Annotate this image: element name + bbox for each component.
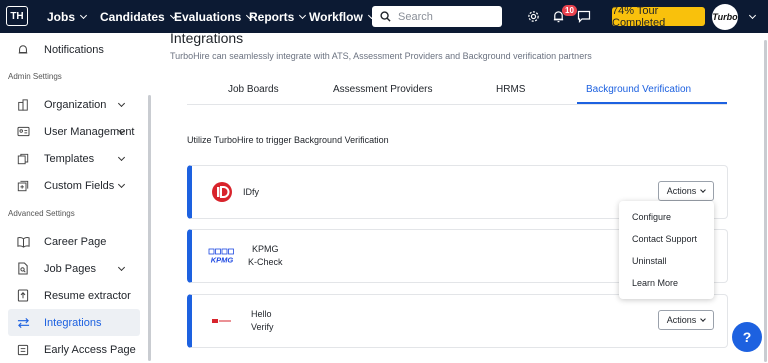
actions-label: Actions	[666, 315, 697, 325]
actions-dropdown-menu: Configure Contact Support Uninstall Lear…	[619, 201, 714, 299]
upload-file-icon	[16, 289, 30, 303]
search-input[interactable]: Search	[372, 6, 502, 27]
search-placeholder: Search	[398, 10, 433, 23]
actions-label: Actions	[666, 186, 697, 196]
active-tab-indicator	[577, 102, 727, 104]
sidebar-item-career-page[interactable]: Career Page	[8, 228, 140, 255]
idfy-logo	[209, 181, 235, 203]
chevron-down-icon	[299, 11, 307, 19]
copy-icon	[16, 152, 30, 166]
sidebar-item-label: Integrations	[44, 316, 102, 329]
notification-bell-icon[interactable]	[552, 0, 565, 33]
help-button[interactable]: ?	[732, 322, 762, 352]
main-content: Integrations TurboHire can seamlessly in…	[150, 30, 768, 362]
sidebar: Notifications Admin Settings Organizatio…	[0, 33, 150, 362]
tab-assessment-providers[interactable]: Assessment Providers	[333, 84, 432, 95]
sidebar-item-job-pages[interactable]: Job Pages	[8, 255, 140, 282]
kpmg-logo: KPMG	[206, 245, 238, 267]
nav-evaluations[interactable]: Evaluations	[174, 0, 254, 33]
search-icon	[380, 11, 391, 22]
chevron-down-icon	[748, 11, 757, 19]
chevron-down-icon	[79, 11, 88, 19]
sidebar-item-user-management[interactable]: User Management	[8, 118, 140, 145]
menu-item-learn-more[interactable]: Learn More	[619, 272, 714, 294]
building-icon	[16, 98, 30, 112]
sidebar-item-label: Resume extractor	[44, 289, 131, 302]
sidebar-item-templates[interactable]: Templates	[8, 145, 140, 172]
sidebar-item-organization[interactable]: Organization	[8, 91, 140, 118]
bell-icon	[16, 43, 30, 57]
chevron-down-icon	[117, 180, 126, 189]
id-card-icon	[16, 125, 30, 139]
vendor-name-line1: IDfy	[243, 187, 260, 197]
page-title: Integrations	[170, 30, 244, 46]
settings-gear-icon[interactable]	[527, 0, 540, 33]
sidebar-item-notifications[interactable]: Notifications	[8, 36, 140, 63]
user-avatar[interactable]: Turbo	[712, 4, 738, 30]
nav-jobs[interactable]: Jobs	[47, 0, 88, 33]
add-field-icon	[16, 179, 30, 193]
tab-job-boards[interactable]: Job Boards	[228, 84, 279, 95]
nav-jobs-label: Jobs	[47, 9, 76, 24]
section-advanced-settings: Advanced Settings	[8, 209, 75, 218]
menu-item-contact-support[interactable]: Contact Support	[619, 228, 714, 250]
sidebar-item-label: Early Access Page	[44, 343, 136, 356]
sidebar-item-label: Notifications	[44, 43, 104, 56]
sidebar-item-label: Career Page	[44, 235, 107, 248]
sidebar-item-label: Organization	[44, 98, 107, 111]
swap-arrows-icon	[16, 316, 30, 330]
page-search-icon	[16, 262, 30, 276]
chevron-down-icon	[700, 187, 707, 193]
vendor-name: KPMG K-Check	[248, 243, 283, 269]
hello-verify-logo	[209, 310, 235, 332]
vendor-name: Hello Verify	[251, 308, 274, 334]
nav-reports-label: Reports	[249, 9, 295, 24]
sidebar-item-resume-extractor[interactable]: Resume extractor	[8, 282, 140, 309]
nav-reports[interactable]: Reports	[249, 0, 307, 33]
vendor-name-line2: K-Check	[248, 257, 283, 267]
intro-text: Utilize TurboHire to trigger Background …	[187, 135, 389, 145]
nav-evaluations-label: Evaluations	[174, 9, 242, 24]
sidebar-item-label: Custom Fields	[44, 179, 115, 192]
vendor-name: IDfy	[243, 186, 259, 199]
actions-dropdown-button[interactable]: Actions	[658, 310, 714, 330]
chevron-down-icon	[700, 316, 707, 322]
sidebar-item-integrations[interactable]: Integrations	[8, 309, 140, 336]
chevron-down-icon	[117, 263, 126, 272]
svg-text:KPMG: KPMG	[211, 256, 234, 265]
menu-item-uninstall[interactable]: Uninstall	[619, 250, 714, 272]
app-logo[interactable]: TH	[6, 6, 28, 26]
avatar-menu-chevron[interactable]	[744, 0, 757, 33]
menu-item-configure[interactable]: Configure	[619, 206, 714, 228]
nav-candidates[interactable]: Candidates	[100, 0, 177, 33]
sidebar-item-early-access-page[interactable]: Early Access Page	[8, 336, 140, 363]
book-icon	[16, 235, 30, 249]
chat-message-icon[interactable]	[577, 0, 591, 33]
page-icon	[16, 343, 30, 357]
actions-dropdown-button[interactable]: Actions	[658, 181, 714, 201]
tab-background-verification[interactable]: Background Verification	[586, 84, 691, 95]
sidebar-item-custom-fields[interactable]: Custom Fields	[8, 172, 140, 199]
nav-candidates-label: Candidates	[100, 9, 165, 24]
integration-tabs: Job Boards Assessment Providers HRMS Bac…	[187, 80, 727, 105]
tour-progress-button[interactable]: 74% Tour Completed	[612, 5, 705, 29]
top-navigation-bar: TH Jobs Candidates Evaluations Reports W…	[0, 0, 768, 33]
page-subtitle: TurboHire can seamlessly integrate with …	[170, 51, 592, 61]
notification-count-badge: 10	[562, 5, 577, 16]
chevron-down-icon	[117, 153, 126, 162]
page-scrollbar[interactable]	[764, 40, 767, 362]
vendor-card-hello-verify: Hello Verify Actions	[187, 294, 728, 348]
tab-hrms[interactable]: HRMS	[496, 84, 525, 95]
vendor-name-line2: Verify	[251, 322, 274, 332]
nav-workflow-label: Workflow	[309, 9, 363, 24]
nav-workflow[interactable]: Workflow	[309, 0, 375, 33]
sidebar-item-label: Job Pages	[44, 262, 96, 275]
vendor-name-line1: KPMG	[252, 244, 279, 254]
chevron-down-icon	[117, 99, 126, 108]
vendor-name-line1: Hello	[251, 309, 272, 319]
sidebar-item-label: Templates	[44, 152, 95, 165]
section-admin-settings: Admin Settings	[8, 72, 62, 81]
